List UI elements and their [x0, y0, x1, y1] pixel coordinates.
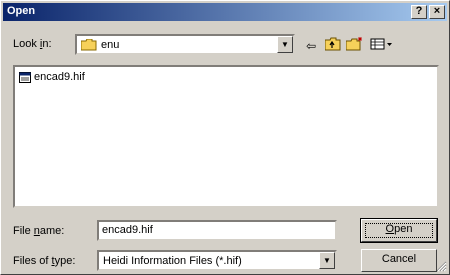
view-menu-icon[interactable] — [369, 37, 395, 55]
file-name-label: File name: — [13, 225, 65, 237]
cancel-button[interactable]: Cancel — [361, 249, 437, 272]
window-title: Open — [7, 5, 36, 17]
chevron-down-icon[interactable]: ▼ — [277, 36, 293, 53]
resize-grip-icon[interactable] — [435, 260, 447, 272]
title-bar[interactable]: Open ? × — [3, 3, 447, 21]
file-type-dropdown[interactable]: Heidi Information Files (*.hif) ▼ — [97, 250, 337, 271]
back-icon[interactable]: ⇦ — [301, 37, 321, 55]
help-button[interactable]: ? — [411, 5, 427, 19]
file-name-input[interactable] — [102, 224, 315, 236]
up-folder-icon[interactable] — [323, 37, 343, 55]
file-name-label: encad9.hif — [34, 71, 85, 83]
open-dialog: Open ? × Look in: enu ▼ ⇦ encad9.hif Fil… — [0, 0, 450, 275]
document-icon — [19, 71, 31, 83]
look-in-label: Look in: — [13, 38, 52, 50]
file-type-value: Heidi Information Files (*.hif) — [103, 255, 242, 267]
look-in-dropdown[interactable]: enu ▼ — [75, 34, 295, 55]
file-type-label: Files of type: — [13, 255, 76, 267]
file-list[interactable]: encad9.hif — [13, 65, 439, 208]
focus-rect — [365, 223, 433, 238]
list-item[interactable]: encad9.hif — [19, 71, 85, 83]
file-name-field[interactable] — [97, 220, 337, 241]
open-button[interactable]: Open — [360, 218, 438, 243]
chevron-down-icon[interactable]: ▼ — [319, 252, 335, 269]
look-in-value: enu — [101, 39, 120, 51]
new-folder-icon[interactable] — [345, 37, 365, 55]
folder-icon — [81, 39, 97, 51]
close-button[interactable]: × — [429, 5, 445, 19]
